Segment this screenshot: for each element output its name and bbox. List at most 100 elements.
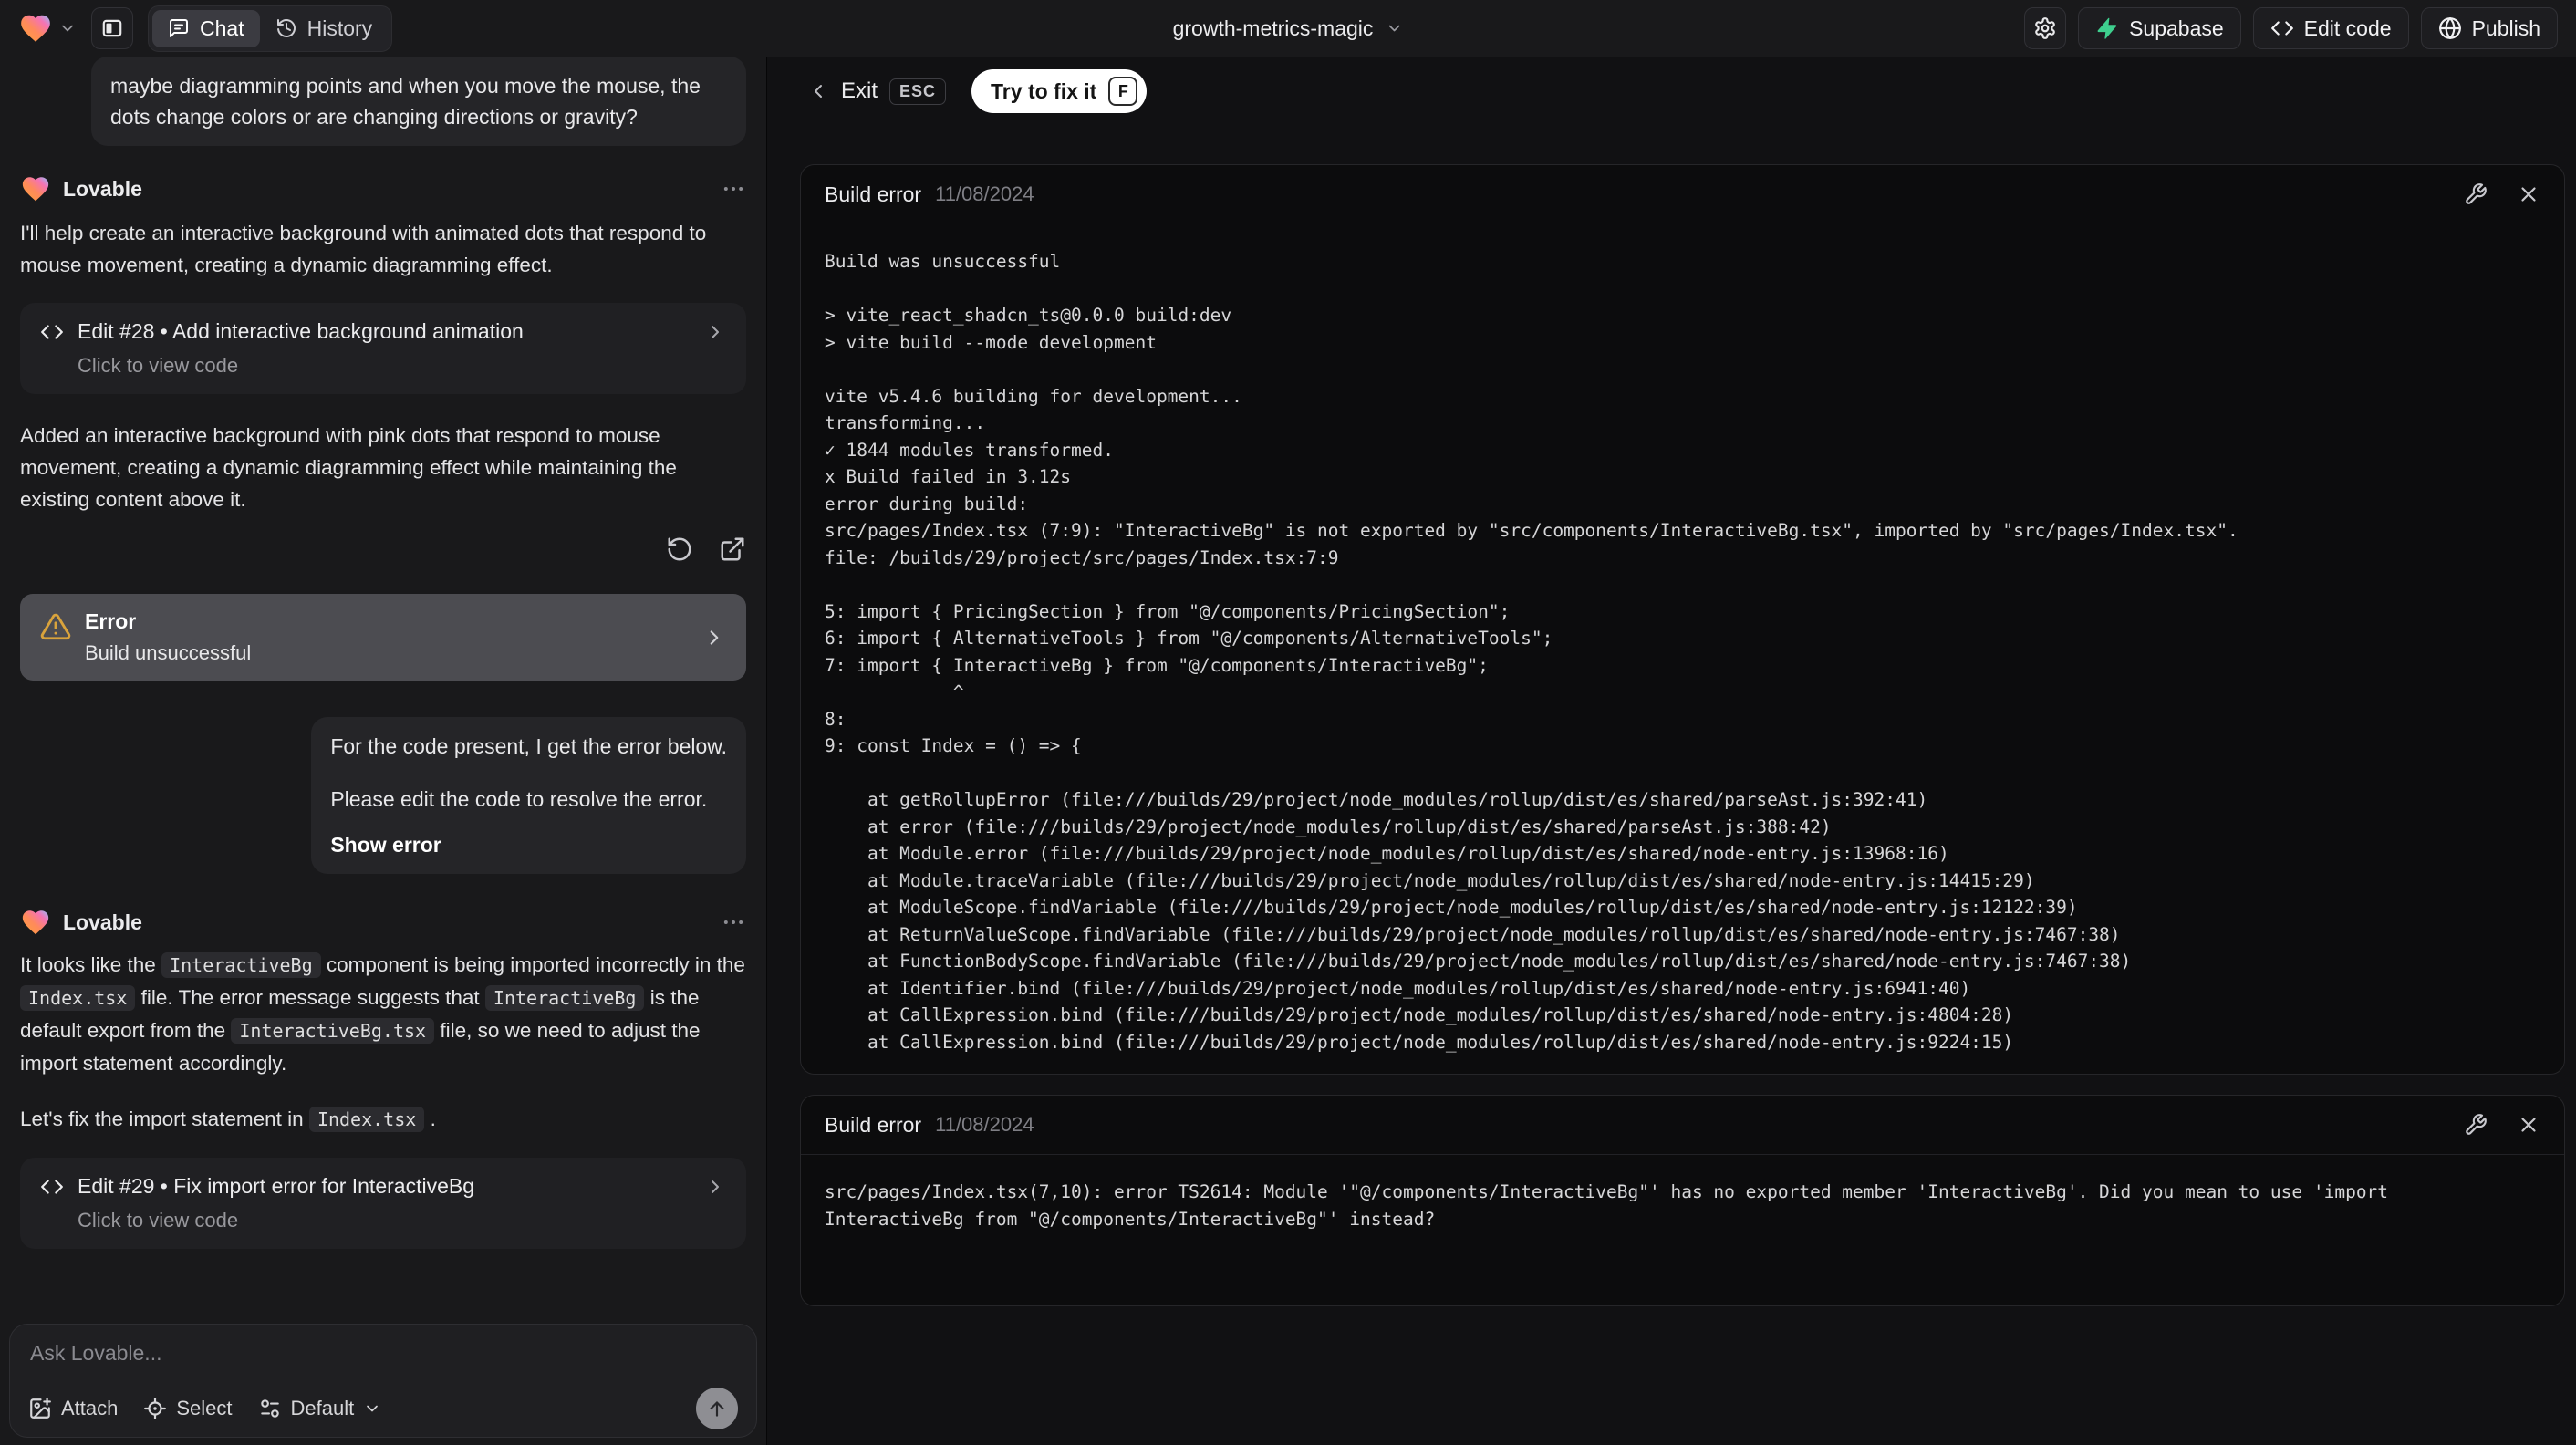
exit-button[interactable]: Exit ESC — [807, 78, 947, 105]
publish-button[interactable]: Publish — [2420, 7, 2558, 49]
send-button[interactable] — [696, 1388, 738, 1429]
chevron-down-icon — [62, 25, 73, 32]
attach-button[interactable]: Attach — [28, 1397, 118, 1420]
history-icon — [276, 19, 296, 37]
build-error-date: 11/08/2024 — [935, 182, 1034, 205]
restore-icon[interactable] — [666, 535, 693, 563]
composer: Attach Select Default — [9, 1324, 757, 1438]
build-error-log: Build was unsuccessful > vite_react_shad… — [825, 251, 2238, 1053]
error-card-subtitle: Build unsuccessful — [85, 641, 252, 664]
edit-card-28-title: Edit #28 • Add interactive background an… — [78, 319, 524, 343]
user-message: For the code present, I get the error be… — [20, 717, 746, 874]
close-icon[interactable] — [2517, 182, 2540, 206]
user-message-text: maybe diagramming points and when you mo… — [110, 74, 701, 129]
try-to-fix-label: Try to fix it — [991, 78, 1097, 103]
build-error-panel-2-header: Build error 11/08/2024 — [801, 1096, 2564, 1155]
assistant-fix-intro: It looks like the InteractiveBg componen… — [20, 952, 745, 1075]
warning-triangle-icon — [40, 613, 71, 640]
tab-history[interactable]: History — [260, 10, 389, 47]
edit-code-label: Edit code — [2303, 16, 2392, 40]
wrench-icon[interactable] — [2464, 1113, 2488, 1137]
panel-left-icon — [102, 19, 122, 37]
more-options-icon[interactable] — [721, 176, 746, 202]
supabase-button[interactable]: Supabase — [2078, 7, 2241, 49]
gear-icon — [2035, 17, 2055, 39]
chat-input[interactable] — [28, 1339, 742, 1381]
open-external-icon[interactable] — [719, 535, 746, 563]
close-icon[interactable] — [2517, 1113, 2540, 1137]
assistant-fix-action: Let's fix the import statement in Index.… — [20, 1107, 436, 1132]
chevron-right-icon — [712, 325, 719, 338]
build-error-log: src/pages/Index.tsx(7,10): error TS2614:… — [825, 1181, 2389, 1230]
supabase-label: Supabase — [2129, 16, 2224, 40]
edit-card-29-row: Edit #29 • Fix import error for Interact… — [40, 1174, 726, 1199]
build-error-title: Build error — [825, 1112, 922, 1137]
error-overlay-toolbar: Exit ESC Try to fix it F — [807, 69, 1148, 113]
edit-card-28-row: Edit #28 • Add interactive background an… — [40, 319, 726, 344]
tab-chat-label: Chat — [200, 16, 244, 40]
build-error-title: Build error — [825, 182, 922, 206]
chevron-down-icon — [367, 1405, 379, 1412]
user-message-bubble: maybe diagramming points and when you mo… — [91, 57, 746, 146]
build-error-panel-1-body: Build was unsuccessful > vite_react_shad… — [801, 224, 2564, 1074]
assistant-name: Lovable — [63, 176, 142, 201]
build-error-panel-actions — [2464, 1113, 2540, 1137]
chat-panel: maybe diagramming points and when you mo… — [0, 57, 766, 1445]
project-switcher[interactable]: growth-metrics-magic — [1173, 0, 1404, 57]
topbar-right: Supabase Edit code Publish — [2024, 7, 2558, 49]
assistant-header: Lovable — [20, 907, 746, 938]
settings-button[interactable] — [2024, 7, 2067, 49]
edit-card-28-subtitle: Click to view code — [78, 354, 239, 377]
assistant-name: Lovable — [63, 910, 142, 934]
exit-label: Exit — [841, 78, 878, 103]
build-error-panel-1-header: Build error 11/08/2024 — [801, 165, 2564, 224]
arrow-up-icon — [710, 1401, 724, 1417]
build-error-panel-2: Build error 11/08/2024 src/pages/Index.t… — [800, 1095, 2565, 1306]
more-options-icon[interactable] — [721, 910, 746, 935]
chevron-right-icon — [712, 1180, 719, 1193]
message-actions — [20, 535, 746, 563]
tab-chat[interactable]: Chat — [152, 9, 260, 47]
try-to-fix-button[interactable]: Try to fix it F — [971, 69, 1148, 113]
lovable-heart-icon — [22, 177, 49, 202]
lovable-logo-menu[interactable] — [18, 11, 77, 46]
chat-history-tabs: Chat History — [148, 5, 393, 52]
chevron-right-icon — [710, 629, 719, 645]
show-error-link[interactable]: Show error — [330, 829, 727, 860]
user-message-bubble: For the code present, I get the error be… — [311, 717, 746, 874]
mode-label: Default — [290, 1397, 355, 1419]
edit-card-29[interactable]: Edit #29 • Fix import error for Interact… — [20, 1158, 746, 1249]
user-error-report-line2: Please edit the code to resolve the erro… — [330, 787, 708, 811]
edit-code-button[interactable]: Edit code — [2252, 7, 2409, 49]
f-key-badge: F — [1108, 77, 1138, 106]
topbar-left: Chat History — [18, 5, 393, 52]
build-error-panel-1: Build error 11/08/2024 Build was unsucce… — [800, 164, 2565, 1075]
error-card-text: Error Build unsuccessful — [85, 609, 251, 665]
mode-selector[interactable]: Default — [258, 1397, 382, 1420]
code-icon — [41, 1179, 63, 1194]
globe-icon — [2438, 17, 2461, 39]
edit-card-29-subtitle: Click to view code — [78, 1209, 239, 1232]
chevron-left-icon — [815, 85, 822, 98]
code-icon — [41, 324, 63, 339]
app-root: Chat History growth-metrics-magic Supaba… — [0, 0, 2576, 1445]
select-element-button[interactable]: Select — [143, 1397, 233, 1420]
image-plus-icon — [30, 1398, 51, 1419]
build-error-card[interactable]: Error Build unsuccessful — [20, 594, 746, 681]
assistant-header: Lovable — [20, 173, 746, 204]
attach-label: Attach — [61, 1397, 119, 1419]
lovable-heart-icon — [22, 910, 49, 935]
toggle-sidebar-button[interactable] — [91, 7, 133, 49]
chat-bubble-icon — [170, 19, 188, 37]
wrench-icon[interactable] — [2464, 182, 2488, 206]
supabase-bolt-icon — [2097, 17, 2117, 39]
esc-key-badge: ESC — [889, 78, 947, 105]
assistant-intro-text: I'll help create an interactive backgrou… — [20, 222, 707, 276]
user-message: maybe diagramming points and when you mo… — [20, 57, 746, 146]
tab-history-label: History — [306, 16, 373, 40]
edit-card-28[interactable]: Edit #28 • Add interactive background an… — [20, 303, 746, 394]
composer-toolbar: Attach Select Default — [28, 1388, 738, 1429]
error-overlay-panel: Exit ESC Try to fix it F Build error 11/… — [766, 57, 2576, 1445]
build-error-panel-2-body: src/pages/Index.tsx(7,10): error TS2614:… — [801, 1155, 2564, 1256]
chevron-down-icon — [1388, 25, 1400, 32]
